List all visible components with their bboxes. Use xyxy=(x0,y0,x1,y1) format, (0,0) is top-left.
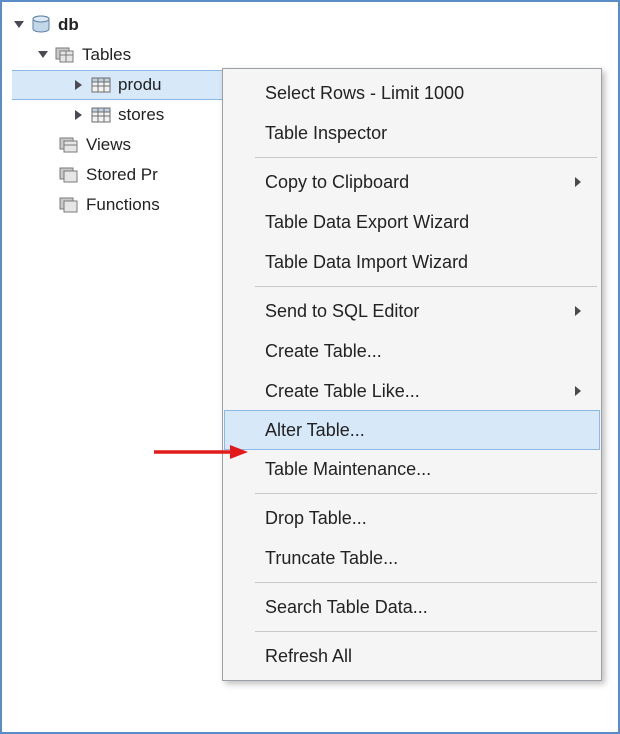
menu-item-label: Table Data Export Wizard xyxy=(265,212,469,233)
tree-node-label: stores xyxy=(118,105,164,125)
tree-node-tables[interactable]: Tables xyxy=(12,40,392,70)
menu-item-create-table[interactable]: Create Table... xyxy=(225,331,599,371)
tree-node-db[interactable]: db xyxy=(12,10,392,40)
menu-item-select-rows[interactable]: Select Rows - Limit 1000 xyxy=(225,73,599,113)
menu-separator xyxy=(255,582,597,583)
menu-separator xyxy=(255,493,597,494)
menu-separator xyxy=(255,631,597,632)
menu-item-label: Search Table Data... xyxy=(265,597,428,618)
menu-item-table-maintenance[interactable]: Table Maintenance... xyxy=(225,449,599,489)
menu-item-alter-table[interactable]: Alter Table... xyxy=(224,410,600,450)
tree-node-label: db xyxy=(58,15,79,35)
tables-folder-icon xyxy=(54,45,76,65)
menu-item-label: Create Table Like... xyxy=(265,381,420,402)
menu-item-label: Alter Table... xyxy=(265,420,365,441)
table-icon xyxy=(90,75,112,95)
menu-item-label: Refresh All xyxy=(265,646,352,667)
menu-item-send-sql[interactable]: Send to SQL Editor xyxy=(225,291,599,331)
menu-item-table-inspector[interactable]: Table Inspector xyxy=(225,113,599,153)
database-icon xyxy=(30,15,52,35)
menu-item-label: Drop Table... xyxy=(265,508,367,529)
tree-node-label: Functions xyxy=(86,195,160,215)
tree-node-label: produ xyxy=(118,75,161,95)
tree-node-label: Views xyxy=(86,135,131,155)
menu-item-label: Create Table... xyxy=(265,341,382,362)
menu-item-label: Table Maintenance... xyxy=(265,459,431,480)
menu-item-label: Truncate Table... xyxy=(265,548,398,569)
tree-node-label: Stored Pr xyxy=(86,165,158,185)
table-icon xyxy=(90,105,112,125)
menu-item-label: Copy to Clipboard xyxy=(265,172,409,193)
chevron-down-icon[interactable] xyxy=(12,18,26,32)
views-folder-icon xyxy=(58,135,80,155)
chevron-down-icon[interactable] xyxy=(36,48,50,62)
app-frame: db Tables xyxy=(0,0,620,734)
stored-procs-folder-icon xyxy=(58,165,80,185)
menu-item-drop-table[interactable]: Drop Table... xyxy=(225,498,599,538)
menu-item-label: Table Inspector xyxy=(265,123,387,144)
menu-item-label: Select Rows - Limit 1000 xyxy=(265,83,464,104)
context-menu: Select Rows - Limit 1000 Table Inspector… xyxy=(222,68,602,681)
menu-item-export-wizard[interactable]: Table Data Export Wizard xyxy=(225,202,599,242)
menu-item-search-table-data[interactable]: Search Table Data... xyxy=(225,587,599,627)
chevron-right-icon[interactable] xyxy=(72,108,86,122)
menu-separator xyxy=(255,157,597,158)
menu-item-import-wizard[interactable]: Table Data Import Wizard xyxy=(225,242,599,282)
chevron-right-icon xyxy=(575,177,581,187)
menu-separator xyxy=(255,286,597,287)
menu-item-refresh-all[interactable]: Refresh All xyxy=(225,636,599,676)
functions-folder-icon xyxy=(58,195,80,215)
menu-item-copy-clipboard[interactable]: Copy to Clipboard xyxy=(225,162,599,202)
chevron-right-icon xyxy=(575,386,581,396)
menu-item-create-table-like[interactable]: Create Table Like... xyxy=(225,371,599,411)
tree-node-label: Tables xyxy=(82,45,131,65)
menu-item-label: Table Data Import Wizard xyxy=(265,252,468,273)
chevron-right-icon[interactable] xyxy=(72,78,86,92)
menu-item-truncate-table[interactable]: Truncate Table... xyxy=(225,538,599,578)
menu-item-label: Send to SQL Editor xyxy=(265,301,419,322)
chevron-right-icon xyxy=(575,306,581,316)
